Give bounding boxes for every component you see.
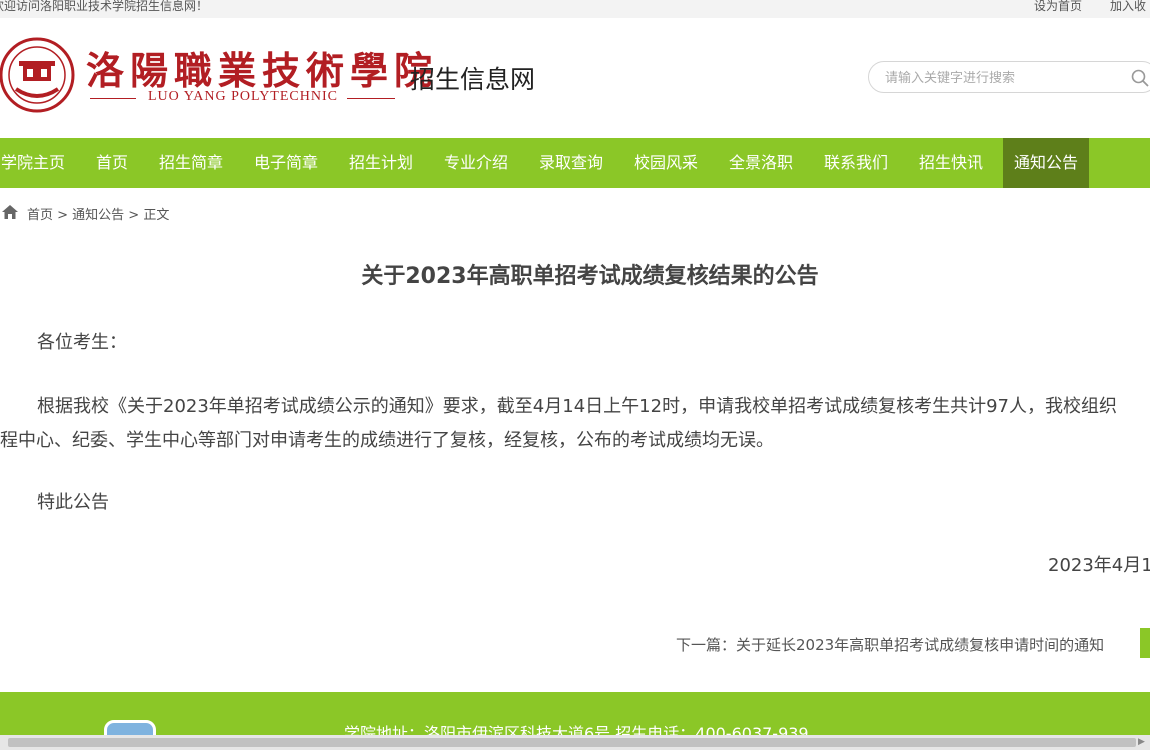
nav-notices[interactable]: 通知公告 [1003, 138, 1089, 188]
nav-admission-news[interactable]: 招生快讯 [910, 138, 992, 188]
nav-admission-brochure[interactable]: 招生简章 [150, 138, 232, 188]
nav-home[interactable]: 首页 [82, 138, 142, 188]
nav-admission-plan[interactable]: 招生计划 [340, 138, 422, 188]
site-header: 洛陽職業技術學院 LUO YANG POLYTECHNIC 招生信息网 [0, 18, 1150, 138]
article-title: 关于2023年高职单招考试成绩复核结果的公告 [361, 264, 819, 289]
nav-panorama[interactable]: 全景洛职 [720, 138, 802, 188]
scroll-right-arrow-icon[interactable]: ▶ [1138, 737, 1145, 747]
nav-contact[interactable]: 联系我们 [815, 138, 897, 188]
horizontal-scrollbar[interactable]: ▶ [0, 735, 1150, 750]
nav-admission-query[interactable]: 录取查询 [530, 138, 612, 188]
article-date: 2023年4月1 [1048, 555, 1150, 576]
set-home-link[interactable]: 设为首页 [1034, 0, 1082, 13]
nav-majors[interactable]: 专业介绍 [435, 138, 517, 188]
home-icon [2, 205, 18, 219]
article-greeting: 各位考生： [37, 332, 127, 353]
search-icon[interactable] [1131, 69, 1149, 87]
nav-campus-style[interactable]: 校园风采 [625, 138, 707, 188]
nav-college-home[interactable]: 学院主页 [0, 138, 66, 188]
top-bar: 欢迎访问洛阳职业技术学院招生信息网！ 设为首页 加入收 [0, 0, 1150, 18]
logo-english-name: LUO YANG POLYTECHNIC [148, 89, 338, 104]
breadcrumb-text[interactable]: 首页 > 通知公告 > 正文 [27, 204, 169, 223]
logo-divider-left [90, 98, 136, 99]
article-body-line1: 根据我校《关于2023年单招考试成绩公示的通知》要求，截至4月14日上午12时，… [37, 396, 1117, 417]
article-body-line2: 程中心、纪委、学生中心等部门对申请考生的成绩进行了复核，经复核，公布的考试成绩均… [0, 430, 774, 451]
next-article-link[interactable]: 下一篇：关于延长2023年高职单招考试成绩复核申请时间的通知 [676, 634, 1104, 655]
nav-e-brochure[interactable]: 电子简章 [245, 138, 327, 188]
scrollbar-thumb[interactable] [8, 738, 1136, 747]
search-input[interactable] [883, 68, 1117, 88]
main-nav: 学院主页 首页 招生简章 电子简章 招生计划 专业介绍 录取查询 校园风采 全景… [0, 138, 1150, 188]
site-title: 招生信息网 [410, 65, 536, 94]
welcome-text: 欢迎访问洛阳职业技术学院招生信息网！ [0, 0, 209, 13]
logo-divider-right [347, 98, 395, 99]
article-closing: 特此公告 [37, 492, 109, 513]
logo-chinese-name: 洛陽職業技術學院 [86, 48, 439, 93]
college-emblem-icon[interactable] [0, 31, 76, 119]
search-box [868, 61, 1150, 93]
top-links: 设为首页 加入收 [1034, 0, 1150, 14]
add-favorite-link[interactable]: 加入收 [1110, 0, 1146, 13]
next-article-marker [1140, 628, 1150, 658]
